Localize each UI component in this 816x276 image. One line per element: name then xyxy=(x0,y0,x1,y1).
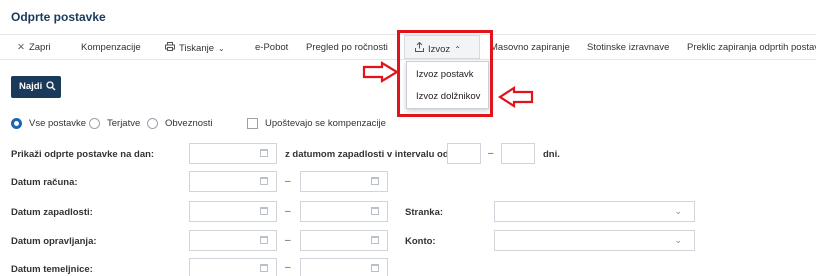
export-icon xyxy=(415,41,424,55)
stranka-select[interactable]: ⌄ xyxy=(494,201,695,222)
arrow-right-icon xyxy=(362,61,400,83)
search-icon xyxy=(46,81,56,94)
tiskanje-label: Tiskanje xyxy=(179,43,215,54)
masovno-zapiranje-button[interactable]: Masovno zapiranje xyxy=(490,42,570,53)
izvoz-dropdown-menu: Izvoz postavk Izvoz dolžnikov xyxy=(406,61,489,109)
izvoz-label: Izvoz xyxy=(428,44,451,55)
close-button-label: Zapri xyxy=(28,42,51,53)
close-icon: ✕ xyxy=(17,42,25,53)
calendar-icon xyxy=(371,177,379,185)
datum-racuna-to-input[interactable] xyxy=(300,171,388,192)
najdi-label: Najdi xyxy=(19,81,43,92)
preklic-zapiranja-button[interactable]: Preklic zapiranja odprtih postavk xyxy=(687,42,816,53)
izvoz-button[interactable]: Izvoz ⌃ xyxy=(404,35,480,59)
datum-opravljanja-label: Datum opravljanja: xyxy=(11,236,97,247)
calendar-icon xyxy=(371,264,379,272)
tiskanje-button[interactable]: Tiskanje ⌄ xyxy=(165,42,225,54)
radio-label-obveznosti: Obveznosti xyxy=(165,118,213,129)
datum-zapadlosti-label: Datum zapadlosti: xyxy=(11,207,93,218)
calendar-icon xyxy=(371,236,379,244)
calendar-icon xyxy=(260,264,268,272)
datum-racuna-label: Datum računa: xyxy=(11,177,78,188)
datum-temeljnice-label: Datum temeljnice: xyxy=(11,264,93,275)
interval-from-input[interactable] xyxy=(447,143,481,164)
checkbox-label-kompenzacije: Upoštevajo se kompenzacije xyxy=(265,118,386,129)
izvoz-button-content: Izvoz ⌃ xyxy=(415,41,461,55)
datum-zapadlosti-from-input[interactable] xyxy=(189,201,277,222)
konto-select[interactable]: ⌄ xyxy=(494,230,695,251)
pregled-po-rocnosti-button[interactable]: Pregled po ročnosti xyxy=(306,42,388,53)
menu-item-izvoz-postavk[interactable]: Izvoz postavk xyxy=(407,64,488,86)
calendar-icon xyxy=(260,236,268,244)
interval-to-input[interactable] xyxy=(501,143,535,164)
radio-terjatve[interactable] xyxy=(89,118,100,129)
radio-vse-postavke[interactable] xyxy=(11,118,22,129)
interval-label: z datumom zapadlosti v intervalu od xyxy=(285,149,449,160)
datum-opravljanja-to-input[interactable] xyxy=(300,230,388,251)
range-dash: – xyxy=(488,148,494,159)
calendar-icon xyxy=(260,149,268,157)
calendar-icon xyxy=(371,207,379,215)
stotinske-izravnave-button[interactable]: Stotinske izravnave xyxy=(587,42,669,53)
close-button[interactable]: ✕ Zapri xyxy=(17,42,51,53)
najdi-button[interactable]: Najdi xyxy=(11,76,61,98)
konto-label: Konto: xyxy=(405,236,436,247)
range-dash: – xyxy=(285,206,291,217)
range-dash: – xyxy=(285,262,291,273)
datum-temeljnice-to-input[interactable] xyxy=(300,258,388,276)
calendar-icon xyxy=(260,207,268,215)
chevron-down-icon: ⌄ xyxy=(674,206,682,216)
datum-zapadlosti-to-input[interactable] xyxy=(300,201,388,222)
prikazi-label: Prikaži odprte postavke na dan: xyxy=(11,149,155,160)
arrow-left-icon xyxy=(498,86,534,108)
radio-label-vse-postavke: Vse postavke xyxy=(29,118,87,129)
radio-obveznosti[interactable] xyxy=(147,118,158,129)
kompenzacije-button[interactable]: Kompenzacije xyxy=(81,42,141,53)
stranka-label: Stranka: xyxy=(405,207,444,218)
datum-opravljanja-from-input[interactable] xyxy=(189,230,277,251)
page-title: Odprte postavke xyxy=(11,10,106,24)
epobot-button[interactable]: e-Pobot xyxy=(255,42,288,53)
chevron-up-icon: ⌃ xyxy=(454,45,461,54)
datum-racuna-from-input[interactable] xyxy=(189,171,277,192)
radio-label-terjatve: Terjatve xyxy=(107,118,141,129)
menu-item-izvoz-dolznikov[interactable]: Izvoz dolžnikov xyxy=(407,86,488,108)
printer-icon xyxy=(165,42,175,54)
range-dash: – xyxy=(285,235,291,246)
range-dash: – xyxy=(285,176,291,187)
prikazi-date-input[interactable] xyxy=(189,143,277,164)
calendar-icon xyxy=(260,177,268,185)
dni-label: dni. xyxy=(543,149,560,160)
chevron-down-icon: ⌄ xyxy=(674,235,682,245)
datum-temeljnice-from-input[interactable] xyxy=(189,258,277,276)
chevron-down-icon: ⌄ xyxy=(218,44,225,53)
kompenzacije-checkbox[interactable] xyxy=(247,118,258,129)
